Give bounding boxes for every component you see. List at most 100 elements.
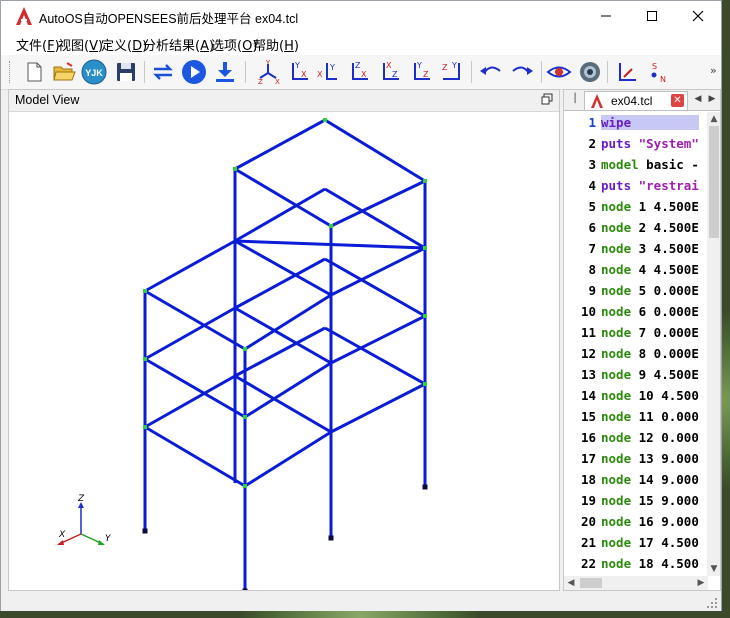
menu-define[interactable]: 定义(D) bbox=[101, 35, 147, 54]
model-node[interactable] bbox=[423, 314, 427, 318]
code-line[interactable]: 9 node 5 0.000E bbox=[564, 280, 708, 301]
toolbar-overflow-button[interactable]: » bbox=[710, 64, 717, 77]
code-line[interactable]: 19 node 15 9.000 bbox=[564, 490, 708, 511]
model-canvas[interactable]: Z X Y bbox=[9, 111, 559, 590]
code-line[interactable]: 18 node 14 9.000 bbox=[564, 469, 708, 490]
model-node[interactable] bbox=[323, 118, 327, 122]
model-node[interactable] bbox=[143, 357, 147, 361]
model-node[interactable] bbox=[423, 179, 427, 183]
code-line[interactable]: 8 node 4 4.500E bbox=[564, 259, 708, 280]
vertical-scrollbar[interactable]: ▲ ▼ bbox=[707, 112, 720, 576]
download-button[interactable] bbox=[212, 59, 238, 85]
frame-element[interactable] bbox=[234, 374, 332, 434]
code-line[interactable]: 20 node 16 9.000 bbox=[564, 511, 708, 532]
model-node[interactable] bbox=[423, 246, 427, 250]
frame-element[interactable] bbox=[234, 118, 326, 171]
menu-options[interactable]: 选项(O) bbox=[211, 35, 257, 54]
code-line[interactable]: 12 node 8 0.000E bbox=[564, 343, 708, 364]
code-line[interactable]: 17 node 13 9.000 bbox=[564, 448, 708, 469]
tab-list-button[interactable]: ▕ bbox=[566, 92, 578, 106]
eye-button[interactable] bbox=[546, 59, 572, 85]
camera-button[interactable] bbox=[577, 59, 603, 85]
code-line[interactable]: 22 node 18 4.500 bbox=[564, 553, 708, 574]
view-3d-button[interactable]: Y Z X bbox=[255, 59, 281, 85]
code-line[interactable]: 7 node 3 4.500E bbox=[564, 238, 708, 259]
axis-button[interactable] bbox=[613, 59, 639, 85]
tab-ex04[interactable]: ex04.tcl ✕ bbox=[584, 91, 688, 110]
code-line[interactable]: 1 wipe bbox=[564, 112, 708, 133]
scroll-down-arrow[interactable]: ▼ bbox=[707, 562, 720, 576]
undo-button[interactable] bbox=[478, 59, 504, 85]
code-line[interactable]: 2 puts "System" bbox=[564, 133, 708, 154]
menu-file[interactable]: 文件(F) bbox=[16, 35, 60, 54]
menu-help[interactable]: 帮助(H) bbox=[253, 35, 299, 54]
code-line[interactable]: 3 model basic - bbox=[564, 154, 708, 175]
model-node[interactable] bbox=[243, 415, 247, 419]
run-button[interactable] bbox=[181, 59, 207, 85]
menu-analysis-results[interactable]: 分析结果(A) bbox=[143, 35, 214, 54]
vertical-scroll-thumb[interactable] bbox=[709, 126, 719, 238]
view-xz-button[interactable]: XY bbox=[315, 59, 341, 85]
code-line[interactable]: 13 node 9 4.500E bbox=[564, 364, 708, 385]
save-button[interactable] bbox=[113, 59, 139, 85]
support-node[interactable] bbox=[142, 528, 148, 534]
support-node[interactable] bbox=[422, 484, 428, 490]
menu-view[interactable]: 视图(V) bbox=[58, 35, 103, 54]
model-node[interactable] bbox=[243, 484, 247, 488]
code-line[interactable]: 16 node 12 0.000 bbox=[564, 427, 708, 448]
code-line[interactable]: 15 node 11 0.000 bbox=[564, 406, 708, 427]
horizontal-scrollbar[interactable]: ◀ ▶ bbox=[564, 576, 708, 590]
frame-element[interactable] bbox=[234, 306, 332, 365]
north-button[interactable]: SN bbox=[645, 59, 671, 85]
frame-element[interactable] bbox=[234, 167, 332, 228]
model-node[interactable] bbox=[423, 382, 427, 386]
open-file-button[interactable] bbox=[51, 59, 77, 85]
frame-element[interactable] bbox=[234, 239, 332, 297]
model-node[interactable] bbox=[233, 167, 237, 171]
frame-element[interactable] bbox=[330, 382, 426, 434]
tab-close-icon[interactable]: ✕ bbox=[671, 94, 684, 107]
frame-element[interactable] bbox=[144, 239, 236, 293]
resize-grip-icon[interactable] bbox=[707, 598, 717, 608]
code-line[interactable]: 10 node 6 0.000E bbox=[564, 301, 708, 322]
maximize-button[interactable] bbox=[629, 1, 675, 31]
view-yz-button[interactable]: YZ bbox=[408, 59, 434, 85]
model-node[interactable] bbox=[329, 224, 333, 228]
close-button[interactable] bbox=[675, 1, 721, 31]
support-node[interactable] bbox=[328, 535, 334, 541]
view-xz-flip-button[interactable]: XZ bbox=[377, 59, 403, 85]
convert-button[interactable] bbox=[150, 59, 176, 85]
view-xy-button[interactable]: YX bbox=[286, 59, 312, 85]
redo-button[interactable] bbox=[509, 59, 535, 85]
toolbar-grip[interactable] bbox=[9, 61, 13, 83]
view-zx-button[interactable]: ZX bbox=[346, 59, 372, 85]
code-editor[interactable]: 1 wipe 2 puts "System" 3 model basic -4 puts … bbox=[564, 112, 708, 576]
tab-scroll-right[interactable]: ▶ bbox=[706, 92, 718, 106]
support-node[interactable] bbox=[242, 588, 248, 591]
frame-element[interactable] bbox=[324, 187, 426, 250]
frame-element[interactable] bbox=[244, 430, 332, 488]
yjk-import-button[interactable]: YJK bbox=[81, 59, 107, 85]
code-line[interactable]: 14 node 10 4.500 bbox=[564, 385, 708, 406]
scroll-up-arrow[interactable]: ▲ bbox=[707, 112, 720, 126]
code-line[interactable]: 21 node 17 4.500 bbox=[564, 532, 708, 553]
frame-element[interactable] bbox=[324, 118, 426, 183]
code-line[interactable]: 4 puts "restrai bbox=[564, 175, 708, 196]
scroll-left-arrow[interactable]: ◀ bbox=[564, 576, 578, 590]
model-node[interactable] bbox=[243, 347, 247, 351]
float-window-icon[interactable] bbox=[541, 93, 553, 105]
frame-element[interactable] bbox=[144, 425, 246, 488]
frame-element[interactable] bbox=[324, 326, 426, 386]
frame-element[interactable] bbox=[144, 289, 246, 351]
scroll-right-arrow[interactable]: ▶ bbox=[694, 576, 708, 590]
new-file-button[interactable] bbox=[21, 59, 47, 85]
frame-element[interactable] bbox=[324, 257, 426, 318]
code-line[interactable]: 6 node 2 4.500E bbox=[564, 217, 708, 238]
code-line[interactable]: 11 node 7 0.000E bbox=[564, 322, 708, 343]
minimize-button[interactable] bbox=[583, 1, 629, 31]
horizontal-scroll-thumb[interactable] bbox=[580, 578, 602, 588]
view-zy-button[interactable]: ZY bbox=[439, 59, 465, 85]
model-node[interactable] bbox=[143, 425, 147, 429]
tab-scroll-left[interactable]: ◀ bbox=[692, 92, 704, 106]
frame-element[interactable] bbox=[144, 357, 246, 419]
